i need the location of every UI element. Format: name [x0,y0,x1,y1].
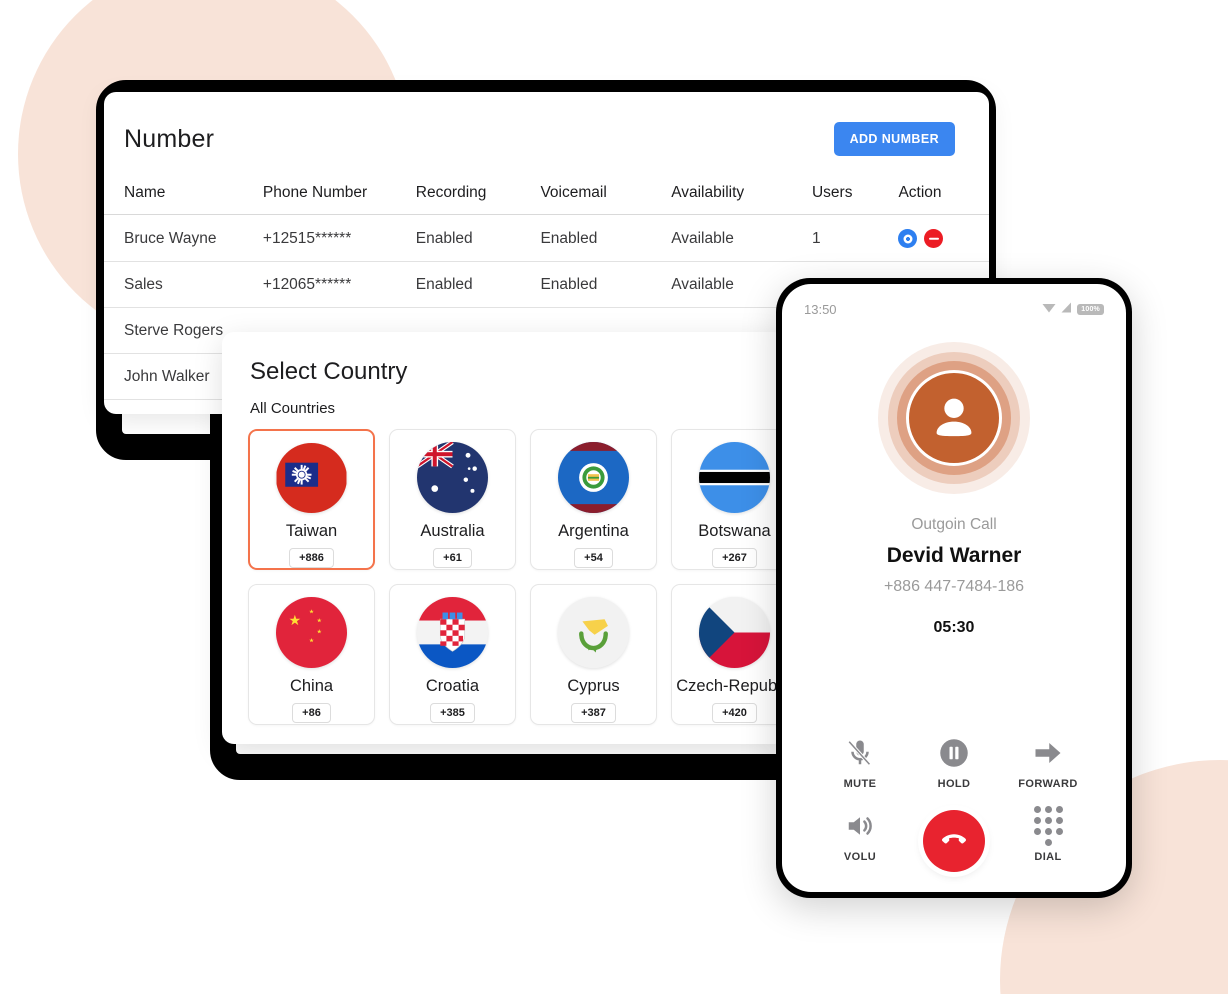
phone-statusbar: 13:50 100% [782,284,1126,318]
cell-voicemail: Enabled [540,261,672,308]
signal-icon [1061,300,1072,318]
flag-australia-icon [417,442,488,513]
flag-taiwan-icon [276,443,347,513]
country-card-botswana[interactable]: Botswana +267 [671,429,786,570]
call-controls: MUTE HOLD FORWARD VOLU DIAL [782,735,1126,872]
table-header-row: Name Phone Number Recording Voicemail Av… [104,184,989,215]
hold-label: HOLD [937,778,971,790]
call-controls-row-2: VOLU DIAL [816,806,1092,872]
country-grid: Taiwan +886 Australia +61 Argentina +54 … [222,417,786,725]
end-call-button[interactable] [923,810,985,872]
caller-avatar [878,342,1030,494]
country-code: +54 [574,548,613,568]
select-country-panel: Select Country All Countries Taiwan +886 [222,332,786,744]
volume-button[interactable]: VOLU [816,808,904,863]
cell-action [898,214,989,262]
caller-name: Devid Warner [886,544,1022,567]
end-call-container [910,808,998,872]
panel-subtitle: All Countries [250,400,336,417]
hold-button[interactable]: HOLD [910,735,998,790]
flag-croatia-icon [417,597,488,668]
panel-title: Select Country [250,358,408,385]
column-header-voicemail: Voicemail [540,184,672,215]
column-header-phone-number: Phone Number [262,184,416,215]
flag-botswana-icon [699,442,770,513]
mute-label: MUTE [843,778,877,790]
country-name: Czech-Republic [676,677,786,695]
statusbar-time: 13:50 [804,301,837,317]
country-code: +886 [289,548,334,568]
remove-icon[interactable] [924,229,944,248]
country-code: +387 [571,703,616,723]
cell-recording: Enabled [415,214,541,262]
mic-off-icon [845,735,875,771]
avatar-person-icon [906,370,1002,466]
phone-mockup: 13:50 100% Outgoin Call Devid Warner +88… [776,278,1132,898]
country-name: China [289,677,334,695]
volume-icon [845,808,875,844]
call-state-label: Outgoin Call [911,516,997,533]
country-card-taiwan[interactable]: Taiwan +886 [248,429,375,570]
column-header-users: Users [811,184,899,215]
column-header-availability: Availability [671,184,812,215]
volume-label: VOLU [843,851,877,863]
cell-voicemail: Enabled [540,214,672,262]
dial-label: DIAL [1034,851,1062,863]
pause-icon [939,735,969,771]
country-code: +86 [292,703,331,723]
cell-availability: Available [671,214,812,262]
forward-label: FORWARD [1018,778,1078,790]
country-code: +420 [712,703,757,723]
cell-name: Bruce Wayne [104,214,263,262]
call-controls-row-1: MUTE HOLD FORWARD [816,735,1092,790]
country-card-cyprus[interactable]: Cyprus +387 [530,584,657,725]
flag-china-icon [276,597,347,668]
country-card-china[interactable]: China +86 [248,584,375,725]
country-name: Botswana [698,522,771,540]
cell-name: Sales [104,261,263,308]
cell-phone: +12515****** [262,214,416,262]
column-header-recording: Recording [415,184,541,215]
country-code: +385 [430,703,475,723]
dialpad-icon [1033,806,1063,846]
country-card-argentina[interactable]: Argentina +54 [530,429,657,570]
country-name: Cyprus [567,677,620,695]
number-card-header: Number ADD NUMBER [104,92,989,156]
country-name: Croatia [425,677,480,695]
screenshot-stage: Number ADD NUMBER Name Phone Number Reco… [0,0,1228,994]
caller-number: +886 447-7484-186 [883,578,1025,595]
hangup-icon [939,824,969,859]
flag-cyprus-icon [558,597,629,668]
column-header-name: Name [104,184,263,215]
cell-phone: +12065****** [262,261,416,308]
call-duration: 05:30 [933,619,975,636]
wifi-icon [1042,300,1056,318]
forward-button[interactable]: FORWARD [1004,735,1092,790]
country-name: Argentina [558,522,629,540]
cell-users: 1 [811,214,899,262]
country-code: +267 [712,548,757,568]
add-number-button[interactable]: ADD NUMBER [833,122,955,156]
flag-czech-republic-icon [699,597,770,668]
column-header-action: Action [898,184,989,215]
country-card-australia[interactable]: Australia +61 [389,429,516,570]
country-name: Taiwan [285,522,338,540]
page-title: Number [124,124,215,153]
country-card-czech-republic[interactable]: Czech-Republic +420 [671,584,786,725]
flag-argentina-icon [558,442,629,513]
cell-recording: Enabled [415,261,541,308]
phone-screen: 13:50 100% Outgoin Call Devid Warner +88… [782,284,1126,892]
country-code: +61 [433,548,472,568]
battery-icon: 100% [1077,303,1104,315]
dial-button[interactable]: DIAL [1004,806,1092,863]
country-name: Australia [420,522,485,540]
country-card-croatia[interactable]: Croatia +385 [389,584,516,725]
gear-icon[interactable] [898,229,918,248]
table-row[interactable]: Bruce Wayne +12515****** Enabled Enabled… [104,214,989,262]
arrow-right-icon [1033,735,1063,771]
mute-button[interactable]: MUTE [816,735,904,790]
